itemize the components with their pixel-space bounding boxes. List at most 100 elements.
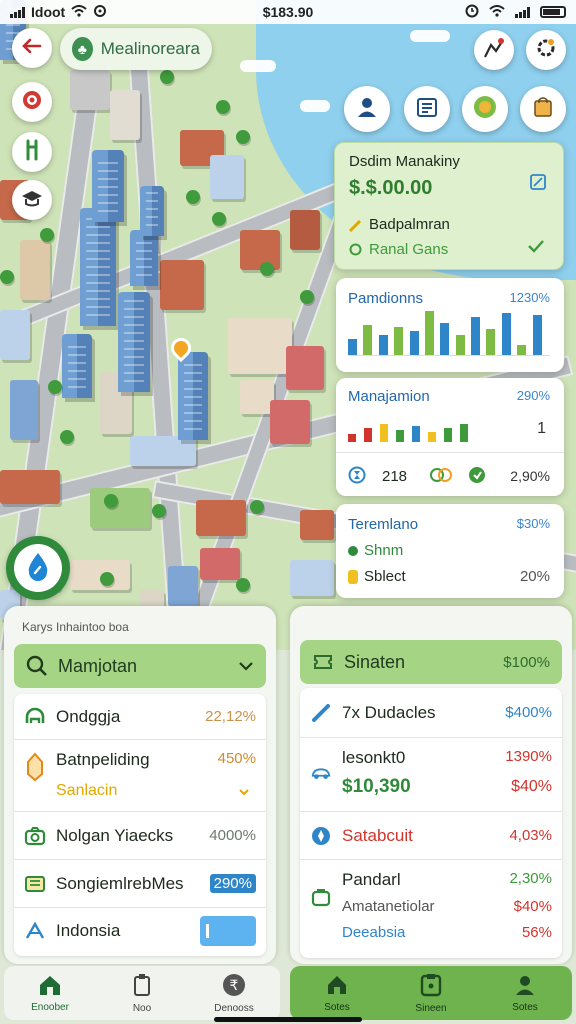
manager-button[interactable] xyxy=(344,86,390,132)
report-button[interactable] xyxy=(404,86,450,132)
back-arrow-icon xyxy=(22,38,42,59)
nav-label: Denooss xyxy=(214,1002,254,1014)
document-icon xyxy=(415,95,439,124)
hourglass-icon xyxy=(348,466,366,489)
list-item[interactable]: Indonsia xyxy=(14,908,266,954)
chart-bar xyxy=(428,432,436,442)
money-card[interactable]: Dsdim Manakiny $.$.00.00 Badpalmran Rana… xyxy=(334,142,564,270)
pandions-card[interactable]: Pamdionns 1230% xyxy=(336,278,564,372)
nav-item-denooss[interactable]: ₹ Denooss xyxy=(188,966,280,1020)
building xyxy=(110,90,140,140)
list-item[interactable]: Satabcuit 4,03% xyxy=(300,812,562,860)
chart-bar xyxy=(517,345,527,355)
row-value: 22,12% xyxy=(205,708,256,725)
target-icon xyxy=(21,89,43,116)
progress-slider[interactable] xyxy=(200,916,256,946)
left-panel-caption: Karys Inhaintoo boa xyxy=(22,620,129,634)
teremlano-card[interactable]: Teremlano $30% Shnm Sblect 20% xyxy=(336,504,564,598)
pencil-icon xyxy=(348,219,362,237)
list-item[interactable]: Ondggja 22,12% xyxy=(14,694,266,740)
chart-bar xyxy=(396,430,404,442)
nav-item-sotes[interactable]: Sotes xyxy=(290,966,384,1020)
money-card-title: Dsdim Manakiny xyxy=(349,153,460,170)
shop-button[interactable] xyxy=(520,86,566,132)
money-line-2: Ranal Gans xyxy=(369,241,449,258)
row-sub-2-value: 56% xyxy=(521,924,552,941)
nav-item-sineen[interactable]: Sineen xyxy=(384,966,478,1020)
tree xyxy=(250,500,264,514)
list-item[interactable]: Pandarl 2,30% Amatanetiolar $40% Deeabsi… xyxy=(300,860,562,956)
nav-item-profile[interactable]: Sotes xyxy=(478,966,572,1020)
building xyxy=(228,318,292,374)
list-item[interactable]: Batnpeliding 450% Sanlacin xyxy=(14,740,266,812)
manajamion-card[interactable]: Manajamion 290% 1 218 2,90% xyxy=(336,378,564,496)
list-item[interactable]: lesonkt0 1390% $10,390 $40% xyxy=(300,738,562,812)
building xyxy=(240,380,274,414)
person-icon xyxy=(514,974,536,999)
row-label: Batnpeliding xyxy=(56,750,150,769)
row-label: Nolgan Yiaecks xyxy=(56,825,174,845)
teremlano-line-1: Shnm xyxy=(364,542,404,559)
environment-button[interactable] xyxy=(462,86,508,132)
fire-button[interactable] xyxy=(12,82,52,122)
carrier-label: Idoot xyxy=(31,4,66,20)
skyscraper xyxy=(130,230,158,286)
tree xyxy=(160,70,174,84)
list-item[interactable]: Nolgan Yiaecks 4000% xyxy=(14,812,266,860)
location-pill[interactable]: ♣ Mealinoreara xyxy=(60,28,212,70)
row-amount-value: $40% xyxy=(511,778,552,795)
settings-button[interactable] xyxy=(526,30,566,70)
tree xyxy=(216,100,230,114)
building xyxy=(160,260,204,310)
nav-label: Sotes xyxy=(512,1001,538,1013)
education-button[interactable] xyxy=(12,180,52,220)
nav-label: Noo xyxy=(132,1002,152,1014)
location-label: Mealinoreara xyxy=(100,39,200,58)
manajamion-stat-1: 218 xyxy=(382,468,408,485)
battery-icon xyxy=(540,6,566,18)
water-drop-icon xyxy=(25,551,51,586)
tools-button[interactable] xyxy=(12,132,52,172)
tree xyxy=(60,430,74,444)
tree xyxy=(236,578,250,592)
row-label: Satabcuit xyxy=(342,825,413,845)
row-sub-1-value: $40% xyxy=(513,898,552,915)
chart-button[interactable] xyxy=(474,30,514,70)
manajamion-bar-chart xyxy=(348,418,498,442)
nav-item-noo[interactable]: Noo xyxy=(96,966,188,1020)
row-label: Indonsia xyxy=(56,921,121,940)
teremlano-title: Teremlano xyxy=(348,516,419,533)
row-value: $400% xyxy=(505,704,552,721)
building xyxy=(130,436,196,466)
manajamion-side-mark: 1 xyxy=(537,420,546,437)
water-button[interactable] xyxy=(6,536,70,600)
status-bar: Idoot $183.90 xyxy=(0,0,576,24)
tree xyxy=(186,190,200,204)
drop-icon xyxy=(310,825,332,847)
right-panel-header[interactable]: Sinaten $100% xyxy=(300,640,562,684)
back-button[interactable] xyxy=(12,28,52,68)
cloud xyxy=(410,30,450,42)
calculator-icon xyxy=(420,973,442,1000)
left-panel-header[interactable]: Mamjotan xyxy=(14,644,266,688)
row-label: 7x Dudacles xyxy=(342,702,436,722)
building xyxy=(270,400,310,444)
chart-bar xyxy=(501,313,511,355)
teremlano-value: $30% xyxy=(516,516,550,531)
list-item[interactable]: SongiemlrebMes 290% xyxy=(14,860,266,908)
row-sublabel: Sanlacin xyxy=(56,782,118,799)
toggle-icon xyxy=(430,466,452,489)
coin-icon xyxy=(349,243,362,261)
cloud xyxy=(240,60,276,72)
edit-icon[interactable] xyxy=(529,173,547,196)
row-label: Pandarl xyxy=(342,870,401,889)
signal-icon xyxy=(10,6,25,18)
nav-item-home[interactable]: Enoober xyxy=(4,966,96,1020)
chart-bar xyxy=(348,434,356,442)
skyscraper xyxy=(80,208,116,326)
list-item[interactable]: 7x Dudacles $400% xyxy=(300,688,562,738)
row-label: Ondggja xyxy=(56,706,121,726)
skyscraper xyxy=(178,352,208,440)
row-value: 450% xyxy=(217,750,256,767)
right-panel-list: 7x Dudacles $400% lesonkt0 1390% $10,390… xyxy=(300,688,562,958)
